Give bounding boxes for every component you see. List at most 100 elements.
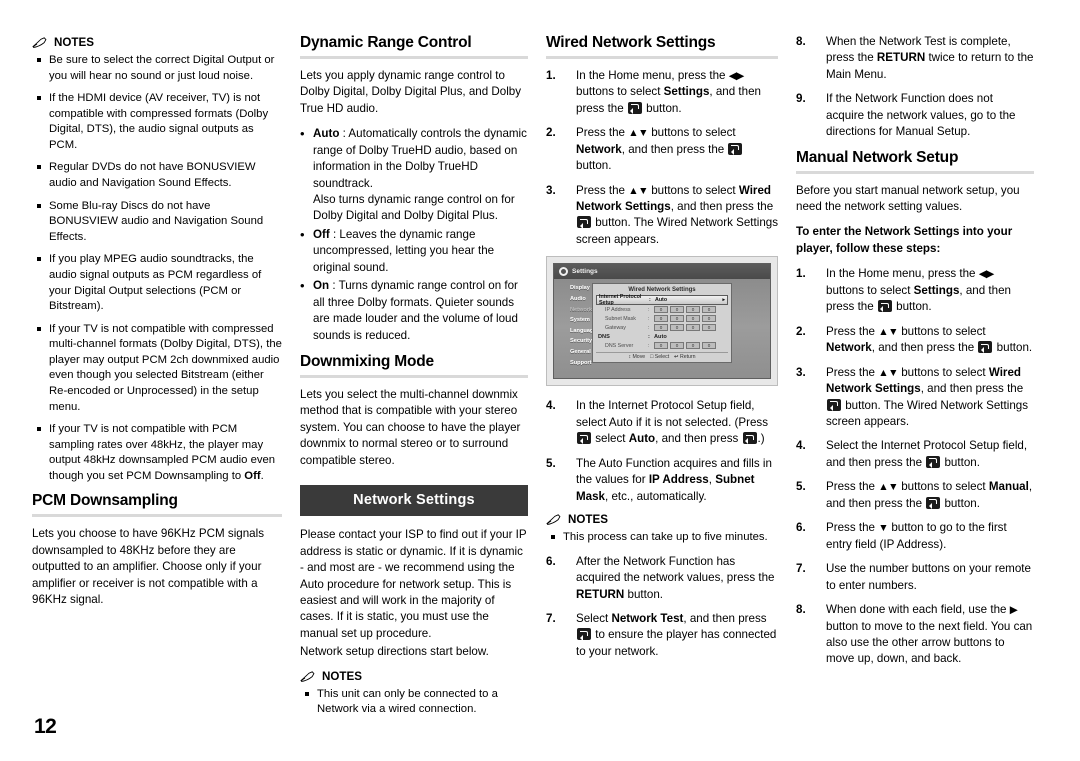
column-1: NOTES Be sure to select the correct Digi… — [32, 34, 282, 726]
drc-option: Auto : Automatically controls the dynami… — [300, 125, 528, 225]
octet-field[interactable]: 0 — [670, 315, 684, 323]
octet-field[interactable]: 0 — [654, 324, 668, 332]
octet-field[interactable]: 0 — [686, 315, 700, 323]
emphasis-text: RETURN — [876, 51, 926, 65]
drc-option-name: On — [313, 279, 330, 293]
step-text: ▲▼ — [628, 127, 648, 140]
note-item: If you play MPEG audio soundtracks, the … — [32, 252, 282, 314]
step-text: In the Home menu, press the — [576, 68, 729, 82]
dialog-row[interactable]: IP Address:0 0 0 0 — [596, 305, 728, 314]
step-body: After the Network Function has acquired … — [576, 555, 775, 601]
wired-steps-3: 6. After the Network Function has acquire… — [546, 554, 778, 661]
step-body: When done with each field, use the ▶ but… — [826, 603, 1032, 665]
dialog-row-label: IP Address — [605, 306, 631, 313]
dialog-row-value: Auto — [654, 333, 667, 340]
step-text: ▲▼ — [878, 325, 898, 338]
notes-label: NOTES — [322, 669, 362, 683]
dialog-row[interactable]: Internet Protocol Setup: Auto ▸ — [596, 294, 728, 306]
step-text: button to move to the next field. You ca… — [826, 619, 1033, 666]
notes-header: NOTES — [300, 670, 528, 683]
step-body: Press the ▲▼ buttons to select Wired Net… — [826, 366, 1028, 428]
numbered-step: 7. Use the number buttons on your remote … — [796, 561, 1034, 594]
step-text: Press the — [576, 126, 629, 140]
step-text: buttons to select — [648, 183, 739, 197]
step-text: button. The Wired Network Settings scree… — [576, 216, 779, 246]
step-number: 5. — [796, 480, 806, 494]
tv-screenshot: Settings Display Audio Network System Langua… — [546, 256, 778, 387]
wired-steps-2: 4. In the Internet Protocol Setup field, … — [546, 398, 778, 505]
step-number: 6. — [796, 521, 806, 535]
step-body: When the Network Test is complete, press… — [826, 35, 1034, 81]
octet-group[interactable]: 0000 — [654, 306, 726, 314]
step-body: Press the ▲▼ buttons to select Manual, a… — [826, 480, 1032, 509]
numbered-step: 8. When the Network Test is complete, pre… — [796, 34, 1034, 83]
step-text: button. — [576, 159, 612, 173]
dialog-footer: ↕ Move □ Select ↩ Return — [596, 352, 728, 360]
emphasis-text: Network Test — [611, 612, 684, 625]
drc-option: On : Turns dynamic range control on for … — [300, 277, 528, 344]
octet-group[interactable]: 0000 — [654, 315, 726, 323]
octet-field[interactable]: 0 — [702, 342, 716, 350]
step-body: Press the ▲▼ buttons to select Network, … — [576, 126, 743, 172]
numbered-step: 2. Press the ▲▼ buttons to select Network… — [796, 324, 1034, 357]
step-number: 4. — [796, 439, 806, 453]
step-text: ▲▼ — [878, 366, 898, 379]
dialog-row[interactable]: DNS: Auto — [596, 332, 728, 341]
step-text: button. — [892, 300, 932, 314]
octet-field[interactable]: 0 — [686, 306, 700, 314]
octet-field[interactable]: 0 — [702, 315, 716, 323]
emphasis-text: Network — [576, 142, 622, 156]
step-text: button. The Wired Network Settings scree… — [826, 398, 1029, 428]
dialog-row-label: DNS Server — [605, 342, 634, 349]
step-body: Use the number buttons on your remote to… — [826, 562, 1031, 591]
step-text: .) — [757, 432, 765, 446]
octet-field[interactable]: 0 — [702, 324, 716, 332]
step-text: select — [592, 432, 629, 446]
step-text: buttons to select — [648, 126, 736, 140]
step-number: 9. — [796, 92, 806, 106]
octet-field[interactable]: 0 — [686, 342, 700, 350]
numbered-step: 3. Press the ▲▼ buttons to select Wired N… — [546, 183, 778, 249]
step-number: 2. — [546, 126, 556, 140]
step-body: Select the Internet Protocol Setup field… — [826, 439, 1027, 468]
note-item: Regular DVDs do not have BONUSVIEW audio… — [32, 160, 282, 191]
page-number: 12 — [34, 715, 57, 738]
network-settings-banner: Network Settings — [300, 485, 528, 517]
step-number: 7. — [796, 562, 806, 576]
chevron-right-icon[interactable]: ▸ — [722, 297, 725, 303]
dialog-row[interactable]: DNS Server:0 0 0 0 — [596, 341, 728, 350]
octet-group[interactable]: 0000 — [654, 342, 726, 350]
enter-key-icon — [978, 341, 993, 354]
network-settings-body: Please contact your ISP to find out if y… — [300, 528, 527, 640]
step-text: Press the — [826, 521, 879, 535]
dialog-footer-label: Select — [654, 354, 670, 361]
step-text: to ensure the player has connected to yo… — [576, 628, 777, 658]
numbered-step: 5. The Auto Function acquires and fills i… — [546, 456, 778, 505]
drc-option-text: : Automatically controls the dynamic ran… — [313, 127, 527, 190]
notes-block-network: NOTES This unit can only be connected to… — [300, 670, 528, 718]
octet-field[interactable]: 0 — [670, 324, 684, 332]
tv-window-title: Settings — [572, 268, 598, 276]
dialog-row[interactable]: Subnet Mask:0 0 0 0 — [596, 314, 728, 323]
manual-steps-subheading: To enter the Network Settings into your … — [796, 225, 1013, 255]
gear-icon — [559, 267, 568, 277]
octet-group[interactable]: 0000 — [654, 324, 726, 332]
octet-field[interactable]: 0 — [654, 342, 668, 350]
octet-field[interactable]: 0 — [686, 324, 700, 332]
octet-field[interactable]: 0 — [670, 306, 684, 314]
numbered-step: 7. Select Network Test, and then press to… — [546, 611, 778, 660]
octet-field[interactable]: 0 — [670, 342, 684, 350]
octet-field[interactable]: 0 — [654, 315, 668, 323]
step-text: In the Home menu, press the — [826, 267, 979, 281]
step-text: Press the — [826, 365, 879, 379]
octet-field[interactable]: 0 — [654, 306, 668, 314]
numbered-step: 9. If the Network Function does not acqui… — [796, 91, 1034, 140]
numbered-step: 5. Press the ▲▼ buttons to select Manual,… — [796, 479, 1034, 512]
octet-field[interactable]: 0 — [702, 306, 716, 314]
step-text: , and then press the — [621, 142, 728, 156]
step-body: Press the ▲▼ buttons to select Wired Net… — [576, 184, 778, 246]
notes-list: Be sure to select the correct Digital Ou… — [32, 53, 282, 484]
pcm-downsampling-heading: PCM Downsampling — [32, 492, 178, 510]
dialog-row[interactable]: Gateway:0 0 0 0 — [596, 323, 728, 332]
dialog-row-value: 0000 — [654, 342, 726, 350]
